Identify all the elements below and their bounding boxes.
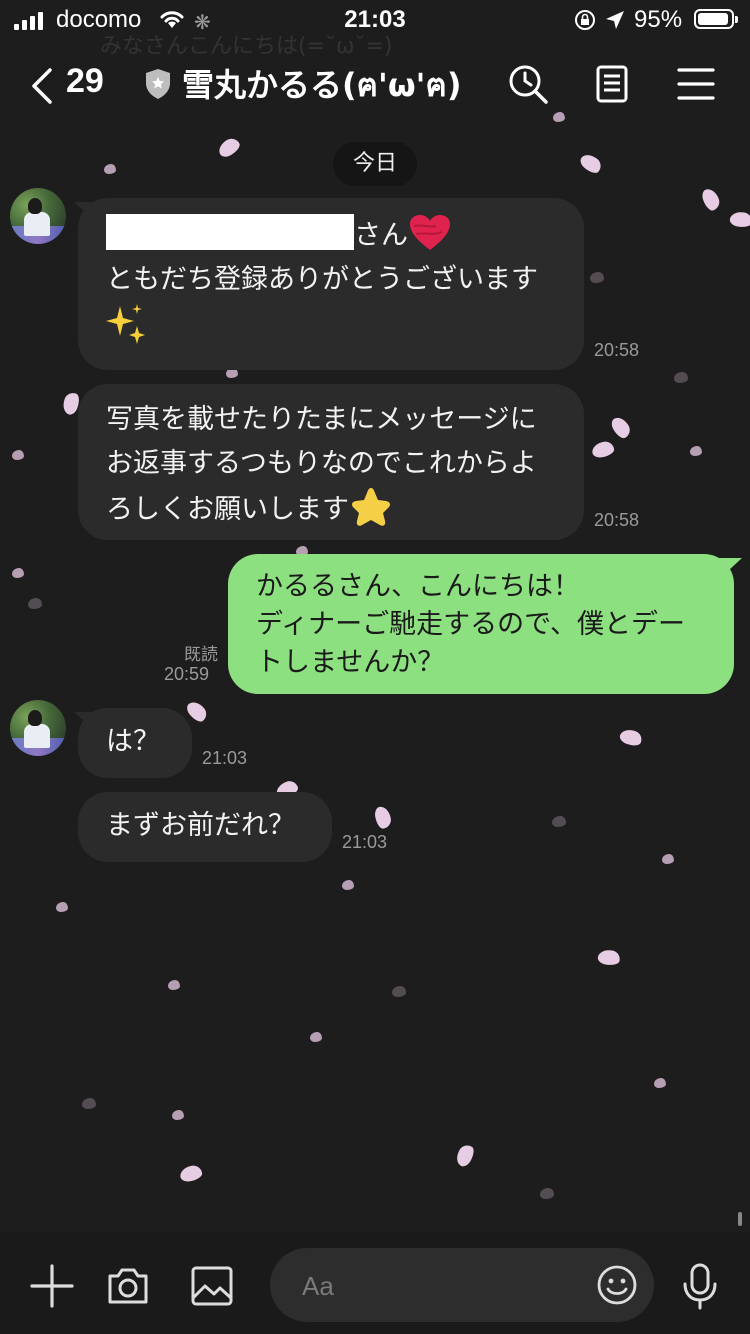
petal bbox=[28, 598, 42, 609]
petal bbox=[453, 1142, 477, 1169]
message-input-bar bbox=[0, 1232, 750, 1334]
petal bbox=[540, 1188, 554, 1199]
message-text: まずお前だれ？ bbox=[106, 810, 295, 841]
petal bbox=[168, 980, 180, 990]
message-line bbox=[106, 302, 556, 350]
image-icon[interactable] bbox=[188, 1262, 236, 1310]
petal bbox=[342, 880, 354, 890]
petal bbox=[674, 372, 688, 383]
location-arrow-icon bbox=[606, 11, 624, 29]
contact-avatar[interactable] bbox=[10, 188, 66, 244]
message-bubble-incoming[interactable]: まずお前だれ？ bbox=[78, 792, 332, 862]
message-text: トしませんか？ bbox=[256, 647, 445, 678]
petal bbox=[654, 1078, 666, 1088]
notes-icon[interactable] bbox=[590, 62, 634, 106]
message-input[interactable] bbox=[300, 1262, 594, 1310]
petal bbox=[577, 150, 605, 177]
petal bbox=[373, 805, 393, 830]
message-bubble-outgoing[interactable]: かるるさん、こんにちは！ ディナーご馳走するので、僕とデー トしませんか？ bbox=[228, 554, 734, 694]
message-text: ろしくお願いします bbox=[106, 494, 349, 525]
back-chevron-icon[interactable] bbox=[26, 66, 56, 106]
petal bbox=[172, 1110, 184, 1120]
petal bbox=[12, 568, 24, 578]
message-text-field[interactable] bbox=[270, 1248, 654, 1322]
petal bbox=[700, 186, 722, 213]
message-timestamp: 21:03 bbox=[202, 748, 248, 768]
battery-percent: 95% bbox=[634, 6, 683, 33]
message-text: ディナーご馳走するので、僕とデー bbox=[256, 609, 686, 640]
petal bbox=[662, 854, 674, 864]
petal bbox=[178, 1164, 204, 1183]
petal bbox=[215, 135, 243, 160]
date-separator: 今日 bbox=[333, 142, 417, 186]
rotation-lock-icon bbox=[575, 10, 595, 30]
petal bbox=[590, 272, 604, 283]
message-timestamp: 20:59 bbox=[164, 664, 210, 684]
emoji-icon[interactable] bbox=[596, 1264, 638, 1306]
plus-icon[interactable] bbox=[28, 1262, 76, 1310]
petal bbox=[56, 902, 68, 912]
message-bubble-incoming[interactable]: 写真を載せたりたまにメッセージに お返事するつもりなのでこれからよ ろしくお願い… bbox=[78, 384, 584, 540]
petal bbox=[596, 948, 622, 967]
petal bbox=[609, 414, 633, 441]
contact-avatar[interactable] bbox=[10, 700, 66, 756]
message-text: は？ bbox=[106, 726, 160, 757]
petal bbox=[310, 1032, 322, 1042]
battery-icon bbox=[694, 9, 738, 29]
message-bubble-incoming[interactable]: は？ bbox=[78, 708, 192, 778]
sparkles-emoji-icon bbox=[106, 304, 145, 344]
message-text: 写真を載せたりたまにメッセージに bbox=[106, 404, 537, 435]
petal bbox=[590, 440, 616, 459]
battery-level-fill bbox=[698, 13, 729, 25]
shield-icon bbox=[146, 69, 170, 99]
redacted-name bbox=[106, 214, 354, 250]
heart-emoji-icon bbox=[410, 215, 450, 250]
status-bar: docomo ❋ 21:03 95% bbox=[0, 0, 750, 40]
petal bbox=[690, 446, 702, 456]
petal bbox=[392, 986, 406, 997]
chat-screen: みなさんこんにちは(=˘ω˘=) docomo ❋ 21:03 95% 29 雪… bbox=[0, 0, 750, 1334]
scroll-indicator[interactable] bbox=[738, 1212, 742, 1226]
message-timestamp: 20:58 bbox=[594, 340, 640, 360]
history-search-icon[interactable] bbox=[506, 62, 550, 106]
unread-count[interactable]: 29 bbox=[66, 62, 104, 101]
microphone-icon[interactable] bbox=[676, 1262, 724, 1310]
petal bbox=[184, 698, 210, 725]
petal bbox=[104, 164, 116, 174]
petal bbox=[552, 816, 566, 827]
petal bbox=[728, 210, 750, 229]
chat-title: 雪丸かるる(ฅ'ω'ฅ) bbox=[182, 66, 462, 104]
menu-icon[interactable] bbox=[674, 62, 718, 106]
message-line: さん bbox=[106, 214, 556, 258]
message-timestamp: 21:03 bbox=[342, 832, 388, 852]
message-line: ろしくお願いします bbox=[106, 486, 556, 532]
petal bbox=[12, 450, 24, 460]
message-timestamp: 20:58 bbox=[594, 510, 640, 530]
read-receipt: 既読 bbox=[184, 645, 218, 665]
star-emoji-icon bbox=[352, 488, 390, 526]
message-text: かるるさん、こんにちは！ bbox=[256, 571, 580, 602]
message-bubble-incoming[interactable]: さん ともだち登録ありがとうございます bbox=[78, 198, 584, 370]
message-text: さん bbox=[354, 220, 408, 251]
message-text: ともだち登録ありがとうございます bbox=[106, 264, 538, 295]
petal bbox=[618, 726, 644, 749]
petal bbox=[82, 1098, 96, 1109]
message-text: お返事するつもりなのでこれからよ bbox=[106, 448, 537, 479]
chat-header: 29 雪丸かるる(ฅ'ω'ฅ) bbox=[0, 44, 750, 124]
camera-icon[interactable] bbox=[104, 1262, 152, 1310]
